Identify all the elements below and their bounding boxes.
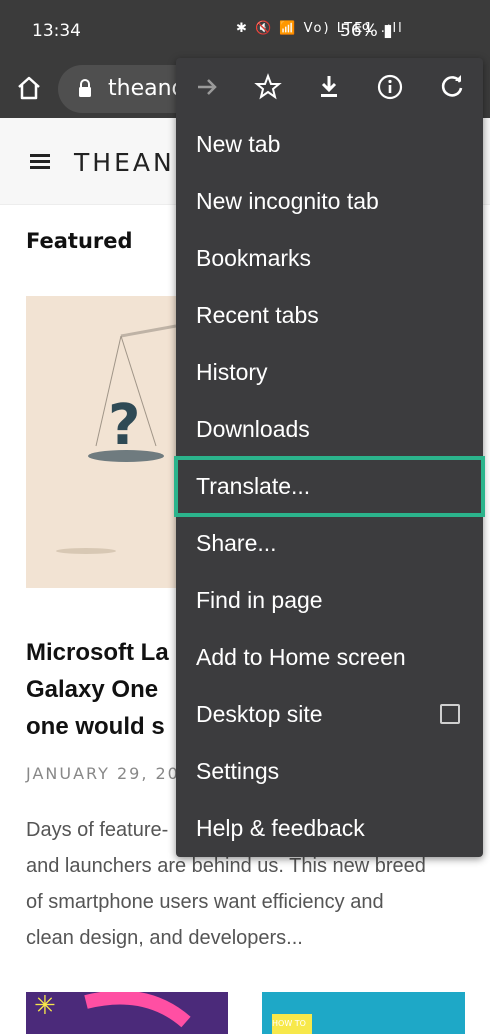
- info-icon[interactable]: [375, 72, 405, 102]
- menu-item-settings[interactable]: Settings: [176, 743, 483, 800]
- status-bar: 13:34 ✱ 🔇 📶 Vo) LTE1 .ıll 56% ▮: [0, 0, 490, 60]
- star-icon[interactable]: [253, 72, 283, 102]
- status-time: 13:34: [32, 21, 81, 41]
- menu-item-recent-tabs[interactable]: Recent tabs: [176, 287, 483, 344]
- featured-heading: Featured: [26, 229, 133, 253]
- desktop-site-checkbox[interactable]: [440, 704, 460, 724]
- hamburger-menu-icon[interactable]: [30, 154, 50, 170]
- home-icon[interactable]: [14, 73, 44, 103]
- menu-item-add-to-home-screen[interactable]: Add to Home screen: [176, 629, 483, 686]
- lock-icon: [78, 78, 92, 98]
- article-thumbnail[interactable]: HOW TO: [262, 992, 465, 1034]
- download-icon[interactable]: [314, 72, 344, 102]
- browser-overflow-menu: New tab New incognito tab Bookmarks Rece…: [174, 58, 485, 857]
- menu-item-history[interactable]: History: [176, 344, 483, 401]
- menu-item-share[interactable]: Share...: [176, 515, 483, 572]
- menu-item-new-tab[interactable]: New tab: [176, 116, 483, 173]
- menu-item-find-in-page[interactable]: Find in page: [176, 572, 483, 629]
- menu-item-new-incognito-tab[interactable]: New incognito tab: [176, 173, 483, 230]
- svg-text:✳: ✳: [34, 992, 56, 1021]
- menu-item-help-feedback[interactable]: Help & feedback: [176, 800, 483, 857]
- svg-text:?: ?: [108, 393, 140, 458]
- menu-item-bookmarks[interactable]: Bookmarks: [176, 230, 483, 287]
- svg-text:HOW TO: HOW TO: [272, 1019, 306, 1028]
- refresh-icon[interactable]: [437, 72, 467, 102]
- forward-arrow-icon[interactable]: [192, 72, 222, 102]
- menu-icon-row: [176, 58, 483, 116]
- menu-item-downloads[interactable]: Downloads: [176, 401, 483, 458]
- menu-item-desktop-site[interactable]: Desktop site: [176, 686, 483, 743]
- menu-item-translate[interactable]: Translate...: [174, 456, 485, 517]
- article-thumbnail[interactable]: ✳: [26, 992, 228, 1034]
- battery-level: 56% ▮: [340, 21, 393, 41]
- article-date: JANUARY 29, 20: [26, 764, 180, 783]
